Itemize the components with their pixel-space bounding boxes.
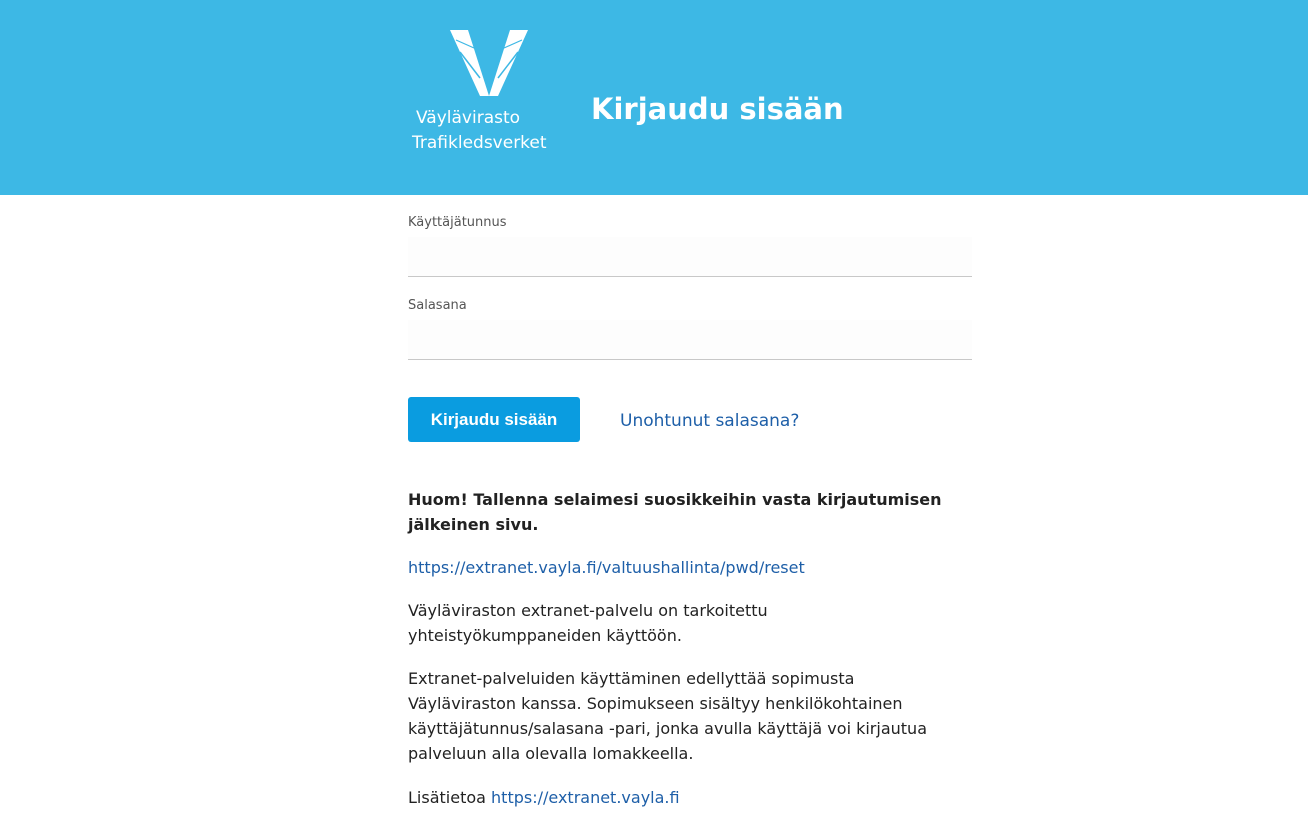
extranet-link[interactable]: https://extranet.vayla.fi [491, 788, 680, 807]
v-logo-icon [450, 30, 528, 96]
password-input[interactable] [408, 320, 972, 360]
agreement-description: Extranet-palveluiden käyttäminen edellyt… [408, 669, 927, 763]
notice-text: Huom! Tallenna selaimesi suosikkeihin va… [408, 490, 942, 534]
username-label: Käyttäjätunnus [408, 215, 507, 230]
login-button[interactable]: Kirjaudu sisään [408, 397, 580, 442]
forgot-password-link[interactable]: Unohtunut salasana? [620, 411, 799, 431]
page-title: Kirjaudu sisään [591, 92, 844, 126]
service-description: Väyläviraston extranet-palvelu on tarkoi… [408, 601, 768, 645]
more-info-prefix: Lisätietoa [408, 788, 486, 807]
reset-link-paragraph: https://extranet.vayla.fi/valtuushallint… [408, 555, 948, 580]
more-info-paragraph: Lisätietoa https://extranet.vayla.fi [408, 785, 948, 810]
username-input[interactable] [408, 237, 972, 277]
header-banner: Väylävirasto Trafikledsverket Kirjaudu s… [0, 0, 1308, 195]
password-reset-link[interactable]: https://extranet.vayla.fi/valtuushallint… [408, 558, 805, 577]
logo-text-swedish: Trafikledsverket [412, 133, 547, 153]
password-label: Salasana [408, 298, 467, 313]
vaylavirasto-logo: Väylävirasto Trafikledsverket [408, 30, 568, 155]
logo-text-finnish: Väylävirasto [416, 108, 521, 128]
